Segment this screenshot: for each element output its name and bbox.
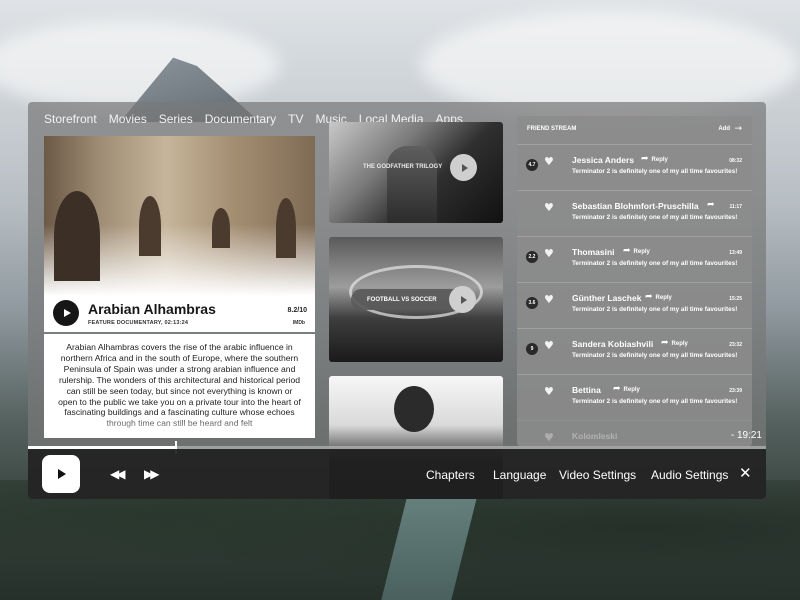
heart-icon[interactable]: ♥ (544, 155, 554, 168)
reply-label: Reply (633, 249, 650, 255)
heart-icon[interactable]: ♥ (544, 385, 554, 398)
timestamp: 15:25 (729, 296, 742, 302)
reply-button[interactable]: ➦ (707, 200, 718, 210)
play-icon (460, 295, 467, 304)
nav-movies[interactable]: Movies (109, 112, 147, 126)
rating-badge: 2.2 (526, 251, 538, 263)
video-settings-button[interactable]: Video Settings (559, 468, 636, 482)
rating-badge: 4.7 (526, 159, 538, 171)
stream-row[interactable]: ♥ Kolomleski (517, 420, 752, 446)
timestamp: 23:39 (729, 388, 742, 394)
friend-name[interactable]: Thomasini (572, 247, 615, 257)
rating-badge: 3.6 (526, 297, 538, 309)
reply-button[interactable]: ➦ Reply (645, 292, 672, 302)
play-icon (58, 469, 66, 479)
media-center-panel: Storefront Movies Series Documentary TV … (28, 102, 766, 499)
friend-name[interactable]: Bettina (572, 385, 601, 395)
close-icon[interactable]: ✕ (739, 464, 752, 482)
stream-row[interactable]: 3.6 ♥ Günther Laschek ➦ Reply 15:25 Termi… (517, 282, 752, 328)
play-icon (63, 309, 71, 317)
reply-button[interactable]: ➦ Reply (623, 246, 650, 256)
tile-label: THE GODFATHER TRILOGY (363, 164, 443, 170)
tile-godfather[interactable]: THE GODFATHER TRILOGY (329, 122, 503, 223)
reply-label: Reply (651, 157, 668, 163)
arch (54, 191, 100, 281)
rating-badge: 9 (526, 343, 538, 355)
fast-forward-icon[interactable]: ▶▶ (144, 467, 160, 481)
rewind-icon[interactable]: ◀◀ (110, 467, 126, 481)
feature-play-button[interactable] (53, 300, 79, 326)
arch (212, 208, 230, 248)
feature-image (44, 136, 315, 296)
stream-row[interactable]: 4.7 ♥ Jessica Anders ➦ Reply 08:32 Termin… (517, 144, 752, 190)
heart-icon[interactable]: ♥ (544, 293, 554, 306)
stream-row[interactable]: ♥ Bettina ➦ Reply 23:39 Terminator 2 is d… (517, 374, 752, 420)
add-friend-button[interactable]: Add (718, 126, 730, 132)
reply-icon: ➦ (623, 246, 631, 256)
feature-description: Arabian Alhambras covers the rise of the… (44, 334, 315, 438)
arch (276, 198, 296, 258)
friend-stream-title: FRIEND STREAM (527, 126, 577, 132)
reply-icon: ➦ (707, 200, 715, 210)
portrait-head (394, 386, 434, 432)
reply-label: Reply (655, 295, 672, 301)
message: Terminator 2 is definitely one of my all… (572, 352, 738, 359)
feature-card[interactable]: Arabian Alhambras FEATURE DOCUMENTARY, 0… (44, 136, 315, 332)
heart-icon[interactable]: ♥ (544, 431, 554, 444)
remaining-time: - 19:21 (730, 430, 762, 441)
reply-icon: ➦ (661, 338, 669, 348)
language-button[interactable]: Language (493, 468, 546, 482)
message: Terminator 2 is definitely one of my all… (572, 214, 738, 221)
friend-name[interactable]: Günther Laschek (572, 293, 641, 303)
arch (139, 196, 161, 256)
heart-icon[interactable]: ♥ (544, 201, 554, 214)
timestamp: 13:49 (729, 250, 742, 256)
nav-documentary[interactable]: Documentary (205, 112, 276, 126)
stream-row[interactable]: 9 ♥ Sandera Kobiashvili ➦ Reply 23:32 Ter… (517, 328, 752, 374)
player-controls: ◀◀ ▶▶ Chapters Language Video Settings A… (28, 449, 766, 499)
rating-source: IMDb (292, 320, 305, 326)
friend-stream: FRIEND STREAM Add → 4.7 ♥ Jessica Anders… (517, 116, 752, 446)
friend-name[interactable]: Sandera Kobiashvili (572, 339, 653, 349)
message: Terminator 2 is definitely one of my all… (572, 306, 738, 313)
feature-title: Arabian Alhambras (88, 301, 216, 317)
message: Terminator 2 is definitely one of my all… (572, 260, 738, 267)
feature-subtitle: FEATURE DOCUMENTARY, 02:13:24 (88, 320, 189, 326)
tile-play-button[interactable] (450, 154, 477, 181)
reply-button[interactable]: ➦ Reply (613, 384, 640, 394)
friend-name[interactable]: Sebastian Blohmfort-Pruschilla (572, 201, 699, 211)
reply-icon: ➦ (641, 154, 649, 164)
tile-play-button[interactable] (449, 286, 476, 313)
play-button[interactable] (42, 455, 80, 493)
friend-name[interactable]: Kolomleski (572, 431, 617, 441)
nav-series[interactable]: Series (159, 112, 193, 126)
message: Terminator 2 is definitely one of my all… (572, 168, 738, 175)
stream-row[interactable]: ♥ Sebastian Blohmfort-Pruschilla ➦ 11:17… (517, 190, 752, 236)
stream-row[interactable]: 2.2 ♥ Thomasini ➦ Reply 13:49 Terminator … (517, 236, 752, 282)
feature-rating: 8.2/10 (287, 307, 307, 314)
heart-icon[interactable]: ♥ (544, 339, 554, 352)
friend-name[interactable]: Jessica Anders (572, 155, 634, 165)
play-icon (461, 163, 468, 172)
arrow-right-icon[interactable]: → (734, 124, 742, 134)
chapters-button[interactable]: Chapters (426, 468, 475, 482)
reply-label: Reply (671, 341, 688, 347)
reply-button[interactable]: ➦ Reply (641, 154, 668, 164)
audio-settings-button[interactable]: Audio Settings (651, 468, 728, 482)
heart-icon[interactable]: ♥ (544, 247, 554, 260)
nav-storefront[interactable]: Storefront (44, 112, 97, 126)
timestamp: 11:17 (729, 204, 742, 210)
reply-label: Reply (623, 387, 640, 393)
elapsed-time: 24:37 (162, 430, 188, 441)
tile-figure (387, 146, 437, 223)
timestamp: 23:32 (729, 342, 742, 348)
reply-icon: ➦ (613, 384, 621, 394)
nav-tv[interactable]: TV (288, 112, 303, 126)
reply-button[interactable]: ➦ Reply (661, 338, 688, 348)
cloud (0, 20, 280, 110)
reply-icon: ➦ (645, 292, 653, 302)
tile-football[interactable]: FOOTBALL VS SOCCER (329, 237, 503, 362)
timestamp: 08:32 (729, 158, 742, 164)
message: Terminator 2 is definitely one of my all… (572, 398, 738, 405)
